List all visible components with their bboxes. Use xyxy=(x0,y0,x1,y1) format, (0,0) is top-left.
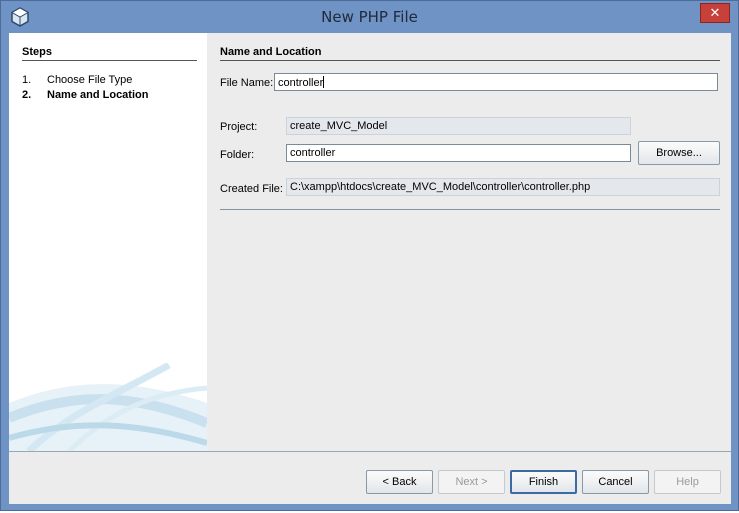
dialog-body: Steps 1. Choose File Type 2. Name and Loca… xyxy=(9,33,731,504)
project-field: create_MVC_Model xyxy=(286,117,631,135)
folder-input[interactable]: controller xyxy=(286,144,631,162)
dialog-window: New PHP File ✕ Steps 1. Choose File Type … xyxy=(0,0,739,511)
content-divider xyxy=(220,209,720,210)
created-file-label: Created File: xyxy=(220,183,283,195)
button-bar: < Back Next > Finish Cancel Help xyxy=(9,451,731,504)
title-bar[interactable]: New PHP File ✕ xyxy=(1,1,738,32)
back-button[interactable]: < Back xyxy=(366,470,433,494)
section-divider xyxy=(220,60,720,61)
file-name-label-text: File Name: xyxy=(220,77,274,89)
browse-button[interactable]: Browse... xyxy=(638,141,720,165)
project-label: Project: xyxy=(220,121,258,133)
name-and-location-panel: Name and Location File Name: controller … xyxy=(208,33,731,451)
dialog-title: New PHP File xyxy=(321,8,418,26)
finish-button[interactable]: Finish xyxy=(510,470,577,494)
steps-panel: Steps 1. Choose File Type 2. Name and Loca… xyxy=(9,33,207,451)
section-heading: Name and Location xyxy=(220,46,322,58)
file-name-label: File Name: xyxy=(220,77,273,89)
text-caret xyxy=(323,76,325,88)
step-item-choose-file-type: 1. Choose File Type xyxy=(22,74,132,86)
step-label: Choose File Type xyxy=(47,74,133,86)
step-item-name-and-location: 2. Name and Location xyxy=(22,89,148,101)
created-file-field: C:\xampp\htdocs\create_MVC_Model\control… xyxy=(286,178,720,196)
steps-heading: Steps xyxy=(22,46,52,58)
step-number: 1. xyxy=(22,74,32,86)
step-number: 2. xyxy=(22,89,32,101)
decorative-swoosh-graphic xyxy=(9,363,207,451)
close-button[interactable]: ✕ xyxy=(700,3,730,23)
folder-label: Folder: xyxy=(220,149,255,161)
next-button[interactable]: Next > xyxy=(438,470,505,494)
close-icon: ✕ xyxy=(709,5,721,20)
help-button[interactable]: Help xyxy=(654,470,721,494)
file-name-input[interactable]: controller xyxy=(274,73,718,91)
file-name-value: controller xyxy=(278,77,324,89)
cancel-button[interactable]: Cancel xyxy=(582,470,649,494)
steps-divider xyxy=(22,60,197,61)
step-label: Name and Location xyxy=(47,89,149,101)
